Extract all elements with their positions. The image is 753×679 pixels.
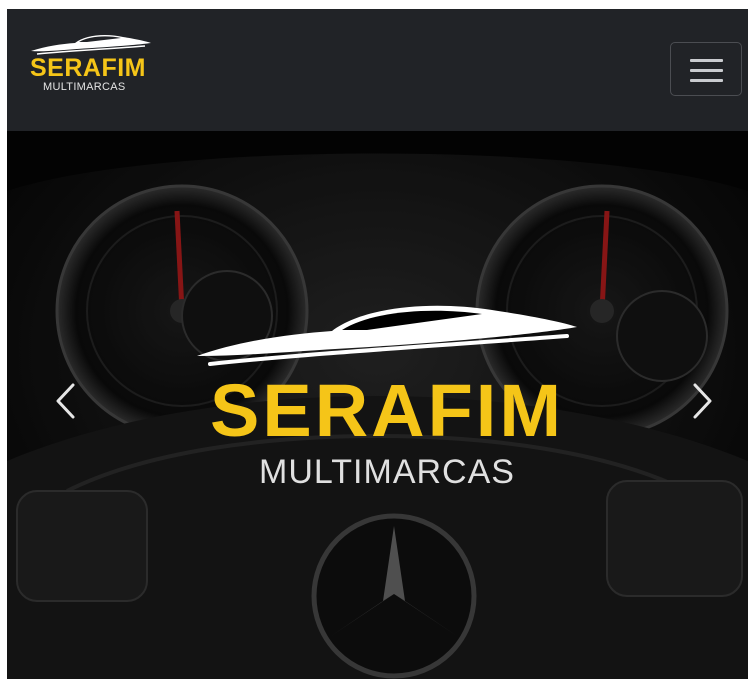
navbar-toggle-button[interactable] (670, 42, 742, 96)
hero-logo-subtitle: MULTIMARCAS (259, 453, 515, 491)
hero-logo: SERAFIM MULTIMARCAS (192, 294, 582, 494)
page-frame: SERAFIM MULTIMARCAS SERAFIM MULTIMARCAS (7, 9, 748, 679)
menu-bar (690, 59, 723, 62)
navbar: SERAFIM MULTIMARCAS (7, 9, 748, 131)
chevron-left-icon (56, 383, 75, 419)
brand-subtitle: MULTIMARCAS (43, 81, 126, 93)
chevron-right-icon (693, 383, 712, 419)
hero-logo-name: SERAFIM (210, 369, 564, 452)
carousel-next-button[interactable] (683, 371, 723, 431)
brand-logo[interactable]: SERAFIM MULTIMARCAS (27, 31, 157, 101)
carousel-prev-button[interactable] (45, 371, 85, 431)
menu-bar (690, 69, 723, 72)
brand-name: SERAFIM (30, 54, 146, 82)
menu-bar (690, 79, 723, 82)
car-silhouette-icon (197, 305, 577, 366)
